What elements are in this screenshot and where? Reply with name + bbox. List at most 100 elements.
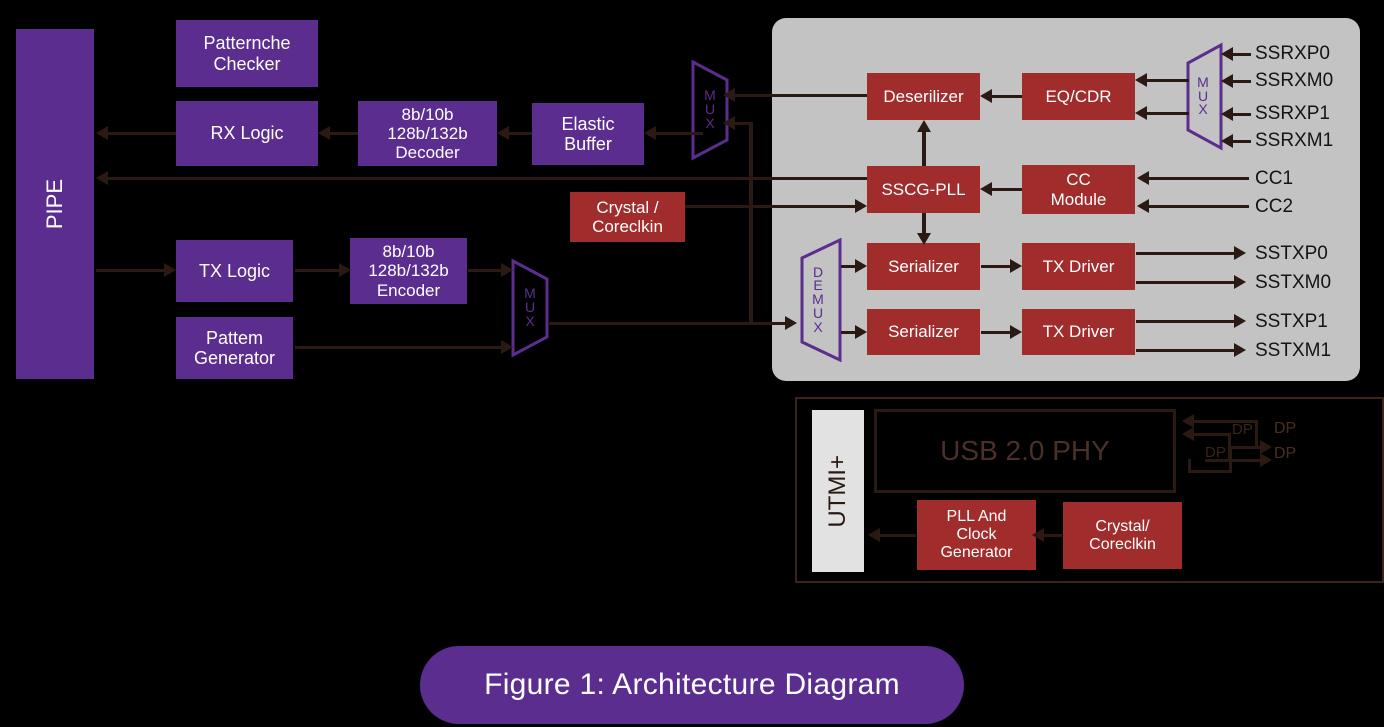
arrowhead-ssrxp0 [1221,47,1233,61]
wire-serializer1-to-txdriver1 [981,331,1011,334]
rx-logic-block: RX Logic [176,101,318,166]
arrowhead-txmux-top [501,263,513,277]
arrowhead-cc1 [1137,171,1149,185]
utmi-label: UTMI+ [823,454,851,528]
arrowhead-decoder [497,126,509,140]
pin-cc1: CC1 [1255,168,1294,189]
dp-inner-label-2: DP [1205,444,1226,461]
pipe-label: PIPE [41,178,67,230]
pattern-checker-block: Patternche Checker [176,20,318,87]
arrowhead-txlogic [164,263,176,277]
elastic-buffer-block: Elastic Buffer [532,103,644,165]
wire-serializer0-to-txdriver0 [981,265,1011,268]
arrowhead-sstxm0 [1234,275,1246,289]
architecture-diagram: PIPE Patternche Checker RX Logic 8b/10b … [0,0,1384,727]
pin-cc2: CC2 [1255,196,1294,217]
arrowhead-ssrxm1 [1221,134,1233,148]
arrowhead-eqcdr-a [1135,73,1147,87]
rx-mux-shape [691,59,729,161]
wire-sscgpll-to-serializer [922,213,926,235]
wire-patterngen-to-txmux [295,346,501,349]
arrowhead-pll-hs [1032,528,1044,542]
pin-sstxp0: SSTXP0 [1255,243,1328,264]
dp-outer-label-1: DP [1274,420,1297,437]
deserializer-block: Deserilizer [867,73,980,120]
wire-dp-in-b [1190,433,1230,436]
wire-txlogic-to-encoder [295,269,339,272]
arrowhead-elastic [644,126,656,140]
wire-sscgpll-to-deserializer [922,128,926,166]
wire-dp-out-a [1232,446,1262,449]
arrowhead-rxmux-bottom [723,116,735,130]
pin-ssrxm0: SSRXM0 [1255,70,1334,91]
wire-dp-v-outer [1255,420,1258,447]
wire-sstxp0 [1136,252,1236,255]
pattern-generator-block: Pattem Generator [176,317,293,379]
arrowhead-pipe-rx [96,126,108,140]
wire-padmux-to-eqcdr-a [1141,79,1189,82]
wire-cc2 [1145,205,1249,208]
tx-driver-1-block: TX Driver [1022,309,1135,355]
arrowhead-rxmux-top [723,88,735,102]
eq-cdr-block: EQ/CDR [1022,73,1135,120]
pin-ssrxp0: SSRXP0 [1255,43,1330,64]
wire-demux-to-serializer0 [841,265,855,268]
arrowhead-sstxp1 [1234,314,1246,328]
decoder-block: 8b/10b 128b/132b Decoder [358,101,497,166]
dp-inner-label-1: DP [1232,421,1253,438]
arrowhead-cc2 [1137,199,1149,213]
arrowhead-serializer0 [855,259,867,273]
wire-sstxm0 [1136,281,1236,284]
arrowhead-txmux-bottom [501,340,513,354]
wire-rxmux-to-elastic [650,132,703,135]
pin-sstxm1: SSTXM1 [1255,340,1332,361]
arrowhead-dp-in-b [1182,427,1194,441]
arrowhead-encoder [339,263,351,277]
arrowhead-dp-in-a [1182,414,1194,428]
wire-sstxm1 [1136,349,1236,352]
wire-pll-to-utmi [876,534,916,537]
wire-pipe-to-txlogic [96,269,164,272]
pll-clock-generator-block: PLL And Clock Generator [917,500,1036,570]
arrowhead-deserializer-clk [917,120,931,132]
wire-vertical-connector [749,122,753,324]
wire-rxlogic-to-pipe [102,132,176,135]
usb2-phy-block: USB 2.0 PHY [874,409,1176,493]
arrowhead-ssrxp1 [1221,107,1233,121]
pin-sstxm0: SSTXM0 [1255,272,1332,293]
arrowhead-sscgpll-cc [980,182,992,196]
arrowhead-serializer-clk [917,233,931,245]
encoder-block: 8b/10b 128b/132b Encoder [350,238,467,304]
arrowhead-txdriver0 [1010,259,1022,273]
wire-cc1 [1145,177,1249,180]
wire-padmux-to-eqcdr-b [1141,112,1189,115]
demux-shape [798,237,842,363]
wire-dp-v-return [1229,446,1232,473]
pin-ssrxp1: SSRXP1 [1255,103,1330,124]
wire-encoder-to-txmux [468,269,501,272]
arrowhead-serializer1 [855,325,867,339]
cc-module-block: CC Module [1022,165,1135,214]
pipe-interface-block: PIPE [16,29,94,379]
wire-dp-return [1188,470,1232,473]
crystal-coreclkin-block: Crystal / Coreclkin [570,192,685,242]
wire-deserializer-to-rxmux [729,94,867,97]
pin-sstxp1: SSTXP1 [1255,311,1328,332]
arrowhead-sstxp0 [1234,246,1246,260]
arrowhead-sscgpll-clk [855,199,867,213]
tx-driver-0-block: TX Driver [1022,243,1135,290]
tx-logic-block: TX Logic [176,240,293,302]
arrowhead-rxlogic [318,126,330,140]
dp-outer-label-2: DP [1274,445,1297,462]
sscg-pll-block: SSCG-PLL [867,166,980,213]
wire-sstxp1 [1136,320,1236,323]
arrowhead-deserializer [980,89,992,103]
wire-demux-to-serializer1 [841,331,855,334]
serializer-0-block: Serializer [867,243,980,290]
tx-mux-shape [511,258,549,358]
arrowhead-utmi [868,528,880,542]
arrowhead-dp-out-b [1260,453,1272,467]
pad-mux-shape [1185,42,1223,151]
arrowhead-sstxm1 [1234,343,1246,357]
arrowhead-dp-out-a [1260,440,1272,454]
